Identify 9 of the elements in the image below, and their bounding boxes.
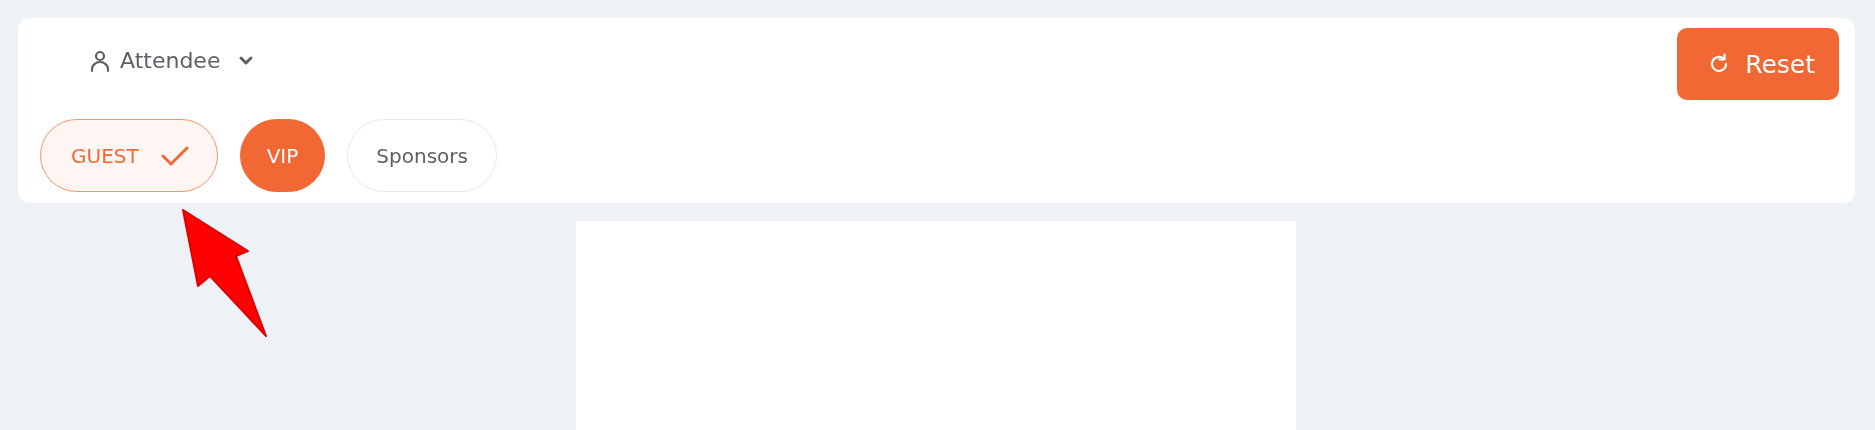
person-icon xyxy=(90,48,110,73)
filter-chip[interactable]: GUEST xyxy=(40,119,218,192)
role-dropdown[interactable]: Attendee xyxy=(90,48,255,73)
chevron-down-icon xyxy=(238,54,255,67)
reset-button[interactable]: Reset xyxy=(1677,28,1839,100)
filter-chip[interactable]: Sponsors xyxy=(347,119,497,192)
checkmark-icon xyxy=(160,144,189,167)
pointer-arrow-icon xyxy=(180,208,270,340)
filter-chip[interactable]: VIP xyxy=(239,119,326,192)
